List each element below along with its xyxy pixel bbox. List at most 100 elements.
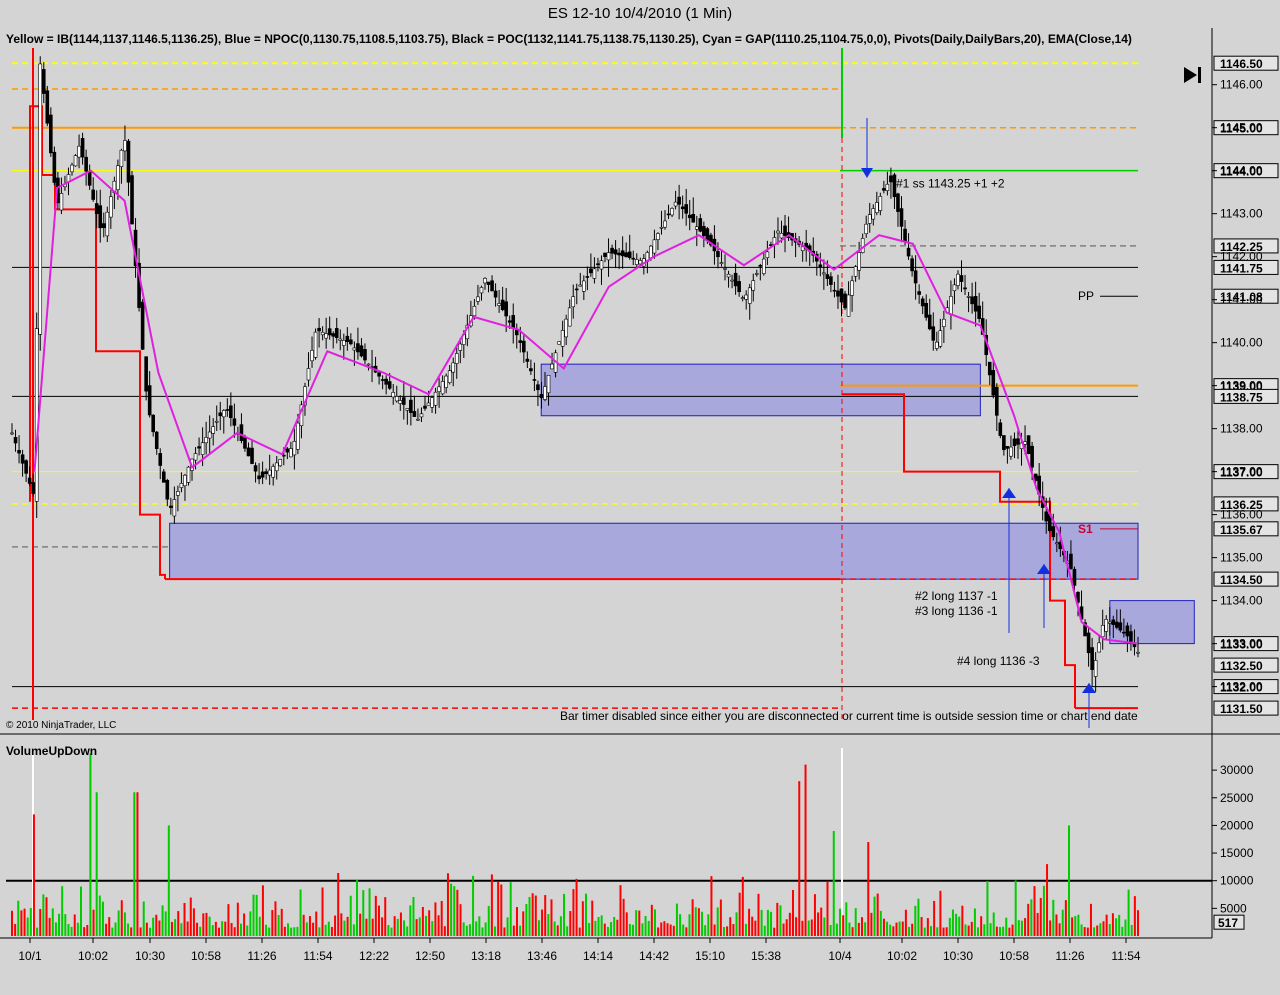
candle-body xyxy=(147,385,152,416)
volume-bar-down xyxy=(233,927,236,936)
candle-body xyxy=(119,149,124,167)
volume-bar-up xyxy=(349,895,352,936)
volume-bar-up xyxy=(958,916,961,936)
volume-bar-down xyxy=(1105,914,1108,936)
candle-body xyxy=(380,379,385,381)
candle-body xyxy=(733,272,738,287)
volume-bar-up xyxy=(829,924,832,936)
volume-bar-up xyxy=(955,913,958,936)
candle-body xyxy=(10,432,14,435)
trade-annotation: #2 long 1137 -1 xyxy=(915,589,998,603)
volume-bar-down xyxy=(801,920,804,936)
volume-bar-down xyxy=(544,895,547,936)
volume-bar-down xyxy=(791,889,794,936)
candle-body xyxy=(412,411,417,417)
candle-body xyxy=(1012,438,1017,447)
volume-bar-up xyxy=(396,918,399,936)
candle-body xyxy=(582,280,586,292)
candle-body xyxy=(169,505,173,508)
candle-body xyxy=(942,318,946,327)
volume-bar-down xyxy=(713,924,716,936)
volume-bar-down xyxy=(381,917,384,936)
chart-area[interactable]: 1146.50 1145.00 1144.00 1142.25 1141.75 1141.… xyxy=(0,28,1280,990)
candle-body xyxy=(440,381,445,395)
volume-bar-up xyxy=(174,919,177,936)
volume-bar-up xyxy=(17,900,20,936)
candle-body xyxy=(871,208,876,220)
candle-body xyxy=(850,280,854,296)
volume-bar-up xyxy=(239,923,242,936)
candle-body xyxy=(638,260,643,265)
volume-bar-up xyxy=(644,916,647,936)
candle-body xyxy=(38,63,43,335)
volume-bar-down xyxy=(920,917,923,936)
candle-body xyxy=(747,287,752,304)
candle-body xyxy=(447,370,452,383)
volume-bar-up xyxy=(647,920,650,936)
candle-body xyxy=(1044,511,1049,522)
volume-bar-down xyxy=(732,924,735,936)
volume-bar-up xyxy=(964,924,967,936)
volume-bar-up xyxy=(701,911,704,936)
candle-body xyxy=(229,405,233,419)
volume-bar-down xyxy=(672,925,675,936)
volume-bar-down xyxy=(1137,910,1139,936)
candle-body xyxy=(306,368,311,381)
candle-body xyxy=(243,437,247,449)
volume-bar-down xyxy=(1133,896,1136,936)
candle-body xyxy=(560,330,565,347)
candle-body xyxy=(419,413,424,418)
volume-bar-down xyxy=(205,912,208,936)
candle-body xyxy=(663,220,667,228)
candle-body xyxy=(391,392,396,398)
volume-bar-up xyxy=(936,927,939,936)
volume-bar-down xyxy=(20,910,23,936)
volume-bar-up xyxy=(1118,914,1121,936)
volume-bar-up xyxy=(986,880,989,936)
volume-bar-down xyxy=(83,927,86,936)
volume-bar-down xyxy=(813,894,816,936)
y-tick-label: 1141.00 xyxy=(1220,293,1263,307)
volume-bar-down xyxy=(108,917,111,936)
y-tick-label: 1137.00 xyxy=(1220,465,1263,479)
candle-body xyxy=(536,384,540,391)
price-chart-svg[interactable]: 1146.501145.001144.001142.251141.751141.… xyxy=(0,28,1280,990)
candle-body xyxy=(292,440,297,456)
volume-bar-up xyxy=(352,924,355,936)
volume-bar-up xyxy=(547,914,550,936)
volume-bar-down xyxy=(39,908,42,936)
candle-body xyxy=(1005,446,1010,449)
candle-body xyxy=(387,381,392,389)
volume-bar-down xyxy=(158,920,161,936)
volume-bar-up xyxy=(484,922,487,936)
volume-bar-up xyxy=(265,924,268,936)
volume-bar-down xyxy=(788,912,791,936)
candle-body xyxy=(398,400,403,404)
volume-bar-down xyxy=(446,873,449,936)
volume-bar-up xyxy=(362,890,365,936)
candle-body xyxy=(130,175,134,225)
volume-bar-down xyxy=(515,907,518,936)
volume-bar-down xyxy=(183,902,186,936)
volume-bar-down xyxy=(196,922,199,936)
candle-body xyxy=(334,328,339,338)
x-tick-label: 10:58 xyxy=(191,949,221,963)
candle-body xyxy=(444,375,448,388)
volume-bar-down xyxy=(399,912,402,936)
y-tick-label: 1132.00 xyxy=(1220,680,1263,694)
x-tick-label: 10/1 xyxy=(18,949,42,963)
vol-tick-label: 5000 xyxy=(1220,901,1247,915)
candle-body xyxy=(356,343,360,353)
volume-bar-down xyxy=(1008,927,1011,936)
volume-bar-down xyxy=(782,923,785,936)
candle-body xyxy=(539,393,544,399)
candle-body xyxy=(529,368,533,372)
play-end-button[interactable] xyxy=(1180,64,1206,86)
volume-bar-up xyxy=(390,927,393,936)
volume-bar-up xyxy=(387,925,390,936)
volume-bar-up xyxy=(277,915,280,936)
volume-bar-down xyxy=(556,925,559,936)
volume-bar-up xyxy=(588,923,591,936)
volume-bar-up xyxy=(537,920,540,936)
candle-body xyxy=(94,203,99,214)
